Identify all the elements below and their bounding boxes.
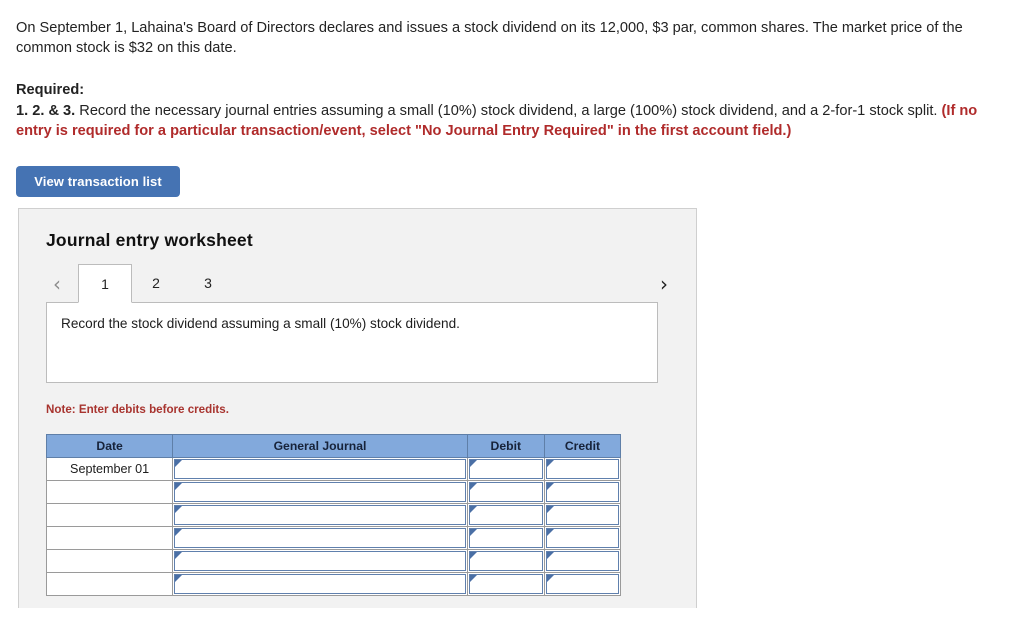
tab-2[interactable]: 2 [137,264,175,303]
table-row [45,503,622,527]
credit-cell[interactable] [543,457,622,481]
table-row [45,572,622,596]
debit-cell[interactable] [466,526,545,550]
debit-cell[interactable] [466,480,545,504]
worksheet-instruction-box: Record the stock dividend assuming a sma… [46,302,658,383]
debit-cell[interactable] [466,549,545,573]
credit-cell[interactable] [543,526,622,550]
account-select-field[interactable] [174,459,466,479]
column-header-date: Date [45,434,174,458]
general-journal-cell[interactable] [172,572,468,596]
debit-cell[interactable] [466,503,545,527]
problem-statement: On September 1, Lahaina's Board of Direc… [16,18,974,58]
tab-3[interactable]: 3 [189,264,227,303]
credit-input-field[interactable] [545,505,619,525]
required-label: Required: [16,82,85,98]
column-header-credit: Credit [543,434,622,458]
date-cell[interactable] [45,480,174,504]
worksheet-title: Journal entry worksheet [46,230,253,250]
table-header-row: Date General Journal Debit Credit [45,434,622,458]
required-numbers: 1. 2. & 3. [16,102,76,119]
view-transaction-list-button[interactable]: View transaction list [16,166,180,197]
credit-cell[interactable] [543,572,622,596]
debit-input-field[interactable] [468,528,543,548]
debit-input-field[interactable] [468,574,543,594]
worksheet-instruction-text: Record the stock dividend assuming a sma… [61,316,460,331]
account-select-field[interactable] [174,505,466,525]
table-row: September 01 [45,457,622,481]
general-journal-cell[interactable] [172,480,468,504]
journal-entry-worksheet-panel: Journal entry worksheet ‹ 1 2 3 › Record… [18,208,697,608]
credit-input-field[interactable] [545,528,619,548]
required-body: Record the necessary journal entries ass… [75,102,942,119]
journal-entry-table: Date General Journal Debit Credit Septem… [45,434,622,596]
account-select-field[interactable] [174,528,466,548]
chevron-right-icon[interactable]: › [653,272,675,296]
credit-cell[interactable] [543,549,622,573]
table-row [45,526,622,550]
date-cell[interactable] [45,503,174,527]
table-row [45,549,622,573]
credit-input-field[interactable] [545,551,619,571]
credit-input-field[interactable] [545,482,619,502]
table-row [45,480,622,504]
required-section: Required: 1. 2. & 3. Record the necessar… [16,80,978,142]
debit-input-field[interactable] [468,505,543,525]
credit-cell[interactable] [543,480,622,504]
credit-input-field[interactable] [545,459,619,479]
account-select-field[interactable] [174,551,466,571]
column-header-debit: Debit [466,434,545,458]
general-journal-cell[interactable] [172,526,468,550]
credit-input-field[interactable] [545,574,619,594]
date-cell[interactable] [45,549,174,573]
debits-before-credits-note: Note: Enter debits before credits. [46,403,229,416]
account-select-field[interactable] [174,574,466,594]
date-cell[interactable] [45,572,174,596]
debit-cell[interactable] [466,457,545,481]
worksheet-tabstrip: ‹ 1 2 3 › [46,264,686,304]
date-cell[interactable]: September 01 [45,457,174,481]
general-journal-cell[interactable] [172,457,468,481]
general-journal-cell[interactable] [172,549,468,573]
date-cell[interactable] [45,526,174,550]
debit-input-field[interactable] [468,551,543,571]
debit-input-field[interactable] [468,459,543,479]
debit-cell[interactable] [466,572,545,596]
tab-1[interactable]: 1 [78,264,132,303]
general-journal-cell[interactable] [172,503,468,527]
problem-text: On September 1, Lahaina's Board of Direc… [16,20,963,56]
column-header-general-journal: General Journal [172,434,468,458]
credit-cell[interactable] [543,503,622,527]
debit-input-field[interactable] [468,482,543,502]
chevron-left-icon[interactable]: ‹ [46,272,68,296]
account-select-field[interactable] [174,482,466,502]
